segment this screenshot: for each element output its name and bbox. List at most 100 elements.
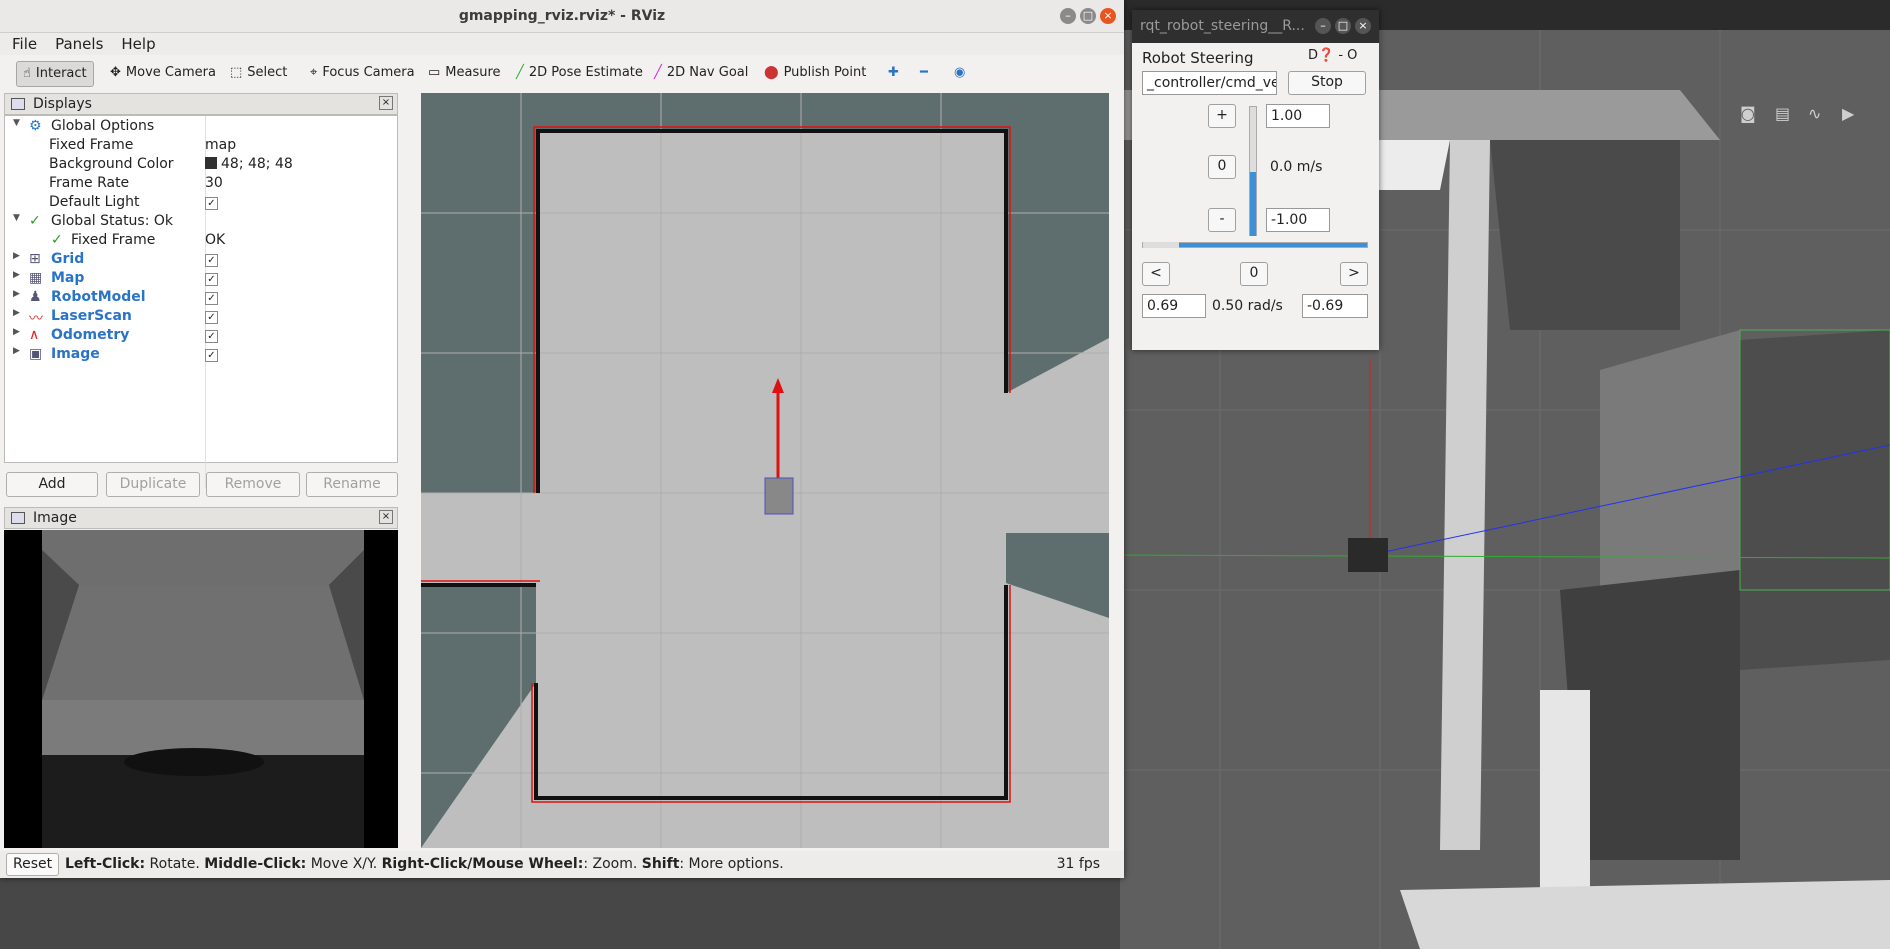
focus-camera-tool[interactable]: ⌖ Focus Camera (304, 61, 421, 87)
plot-icon[interactable]: ∿ (1808, 104, 1821, 123)
rviz-3d-map-view[interactable] (421, 93, 1109, 848)
display-laserscan[interactable]: ▶ 〰 LaserScan ✓ (5, 308, 399, 327)
display-image[interactable]: ▶ ▣ Image ✓ (5, 346, 399, 365)
hand-icon: ☝ (23, 66, 31, 81)
minimize-icon[interactable]: – (1060, 8, 1076, 24)
menu-help[interactable]: Help (115, 33, 161, 55)
global-status-row[interactable]: ▼ ✓ Global Status: Ok (5, 213, 399, 232)
image-panel-header: Image × (4, 507, 398, 529)
gear-icon: ⚙ (29, 118, 42, 134)
robot-icon: ♟ (29, 289, 42, 305)
laser-icon: 〰 (29, 311, 43, 327)
select-tool[interactable]: ⬚ Select (224, 61, 293, 87)
min-linear-input[interactable]: -1.00 (1266, 208, 1330, 232)
default-light-checkbox[interactable]: ✓ (205, 197, 218, 210)
ruler-icon: ▭ (428, 65, 441, 80)
linear-velocity: 0.0 m/s (1270, 159, 1323, 175)
color-swatch (205, 157, 217, 169)
display-grid[interactable]: ▶ ⊞ Grid ✓ (5, 251, 399, 270)
check-icon: ✓ (29, 213, 41, 229)
pose-estimate-tool[interactable]: ╱ 2D Pose Estimate (510, 61, 649, 87)
menu-file[interactable]: File (6, 33, 43, 55)
odometry-checkbox[interactable]: ✓ (205, 330, 218, 343)
steering-titlebar[interactable]: rqt_robot_steering__R... – □ × (1132, 10, 1379, 43)
nav-goal-tool[interactable]: ╱ 2D Nav Goal (648, 61, 754, 87)
help-message: Left-Click: Rotate. Middle-Click: Move X… (65, 856, 784, 872)
video-icon[interactable]: ▶ (1842, 104, 1854, 123)
remove-tool-icon[interactable]: ━ (914, 61, 934, 87)
image-icon: ▣ (29, 346, 43, 362)
status-bar: Reset Left-Click: Rotate. Middle-Click: … (0, 851, 1124, 878)
global-options-row[interactable]: ▼ ⚙ Global Options (5, 118, 399, 137)
robotmodel-checkbox[interactable]: ✓ (205, 292, 218, 305)
duplicate-button[interactable]: Duplicate (106, 472, 200, 497)
reset-button[interactable]: Reset (6, 853, 60, 876)
interact-tool[interactable]: ☝ Interact (16, 61, 94, 87)
max-linear-input[interactable]: 1.00 (1266, 104, 1330, 128)
linear-reset-button[interactable]: 0 (1208, 155, 1236, 179)
help-icon[interactable]: D❓ - O (1308, 48, 1357, 63)
max-angular-input[interactable]: 0.69 (1142, 294, 1206, 318)
publish-point-tool[interactable]: ⬤ Publish Point (758, 61, 872, 87)
close-icon[interactable]: × (1100, 8, 1116, 24)
menu-panels[interactable]: Panels (49, 33, 109, 55)
menu-bar: File Panels Help (0, 33, 1124, 55)
display-map[interactable]: ▶ ▦ Map ✓ (5, 270, 399, 289)
fixed-frame-row[interactable]: Fixed Frame map (5, 137, 399, 156)
turn-left-button[interactable]: < (1142, 262, 1170, 286)
angular-velocity: 0.50 rad/s (1212, 298, 1283, 314)
robot-steering-window: rqt_robot_steering__R... – □ × Robot Steer… (1132, 10, 1379, 350)
tool-bar: ☝ Interact ✥ Move Camera ⬚ Select ⌖ Focus Ca… (8, 58, 1120, 88)
close-panel-icon[interactable]: × (379, 96, 393, 110)
gazebo-toolbar: ◙ ▤ ∿ ▶ (1730, 100, 1890, 130)
frame-rate-row[interactable]: Frame Rate 30 (5, 175, 399, 194)
image-checkbox[interactable]: ✓ (205, 349, 218, 362)
linear-slider[interactable] (1249, 106, 1257, 236)
status-fixed-frame-row[interactable]: ✓ Fixed Frame OK (5, 232, 399, 251)
pink-arrow-icon: ╱ (654, 65, 662, 80)
topic-input[interactable]: _controller/cmd_vel (1142, 71, 1277, 95)
laserscan-checkbox[interactable]: ✓ (205, 311, 218, 324)
background-color-row[interactable]: Background Color 48; 48; 48 (5, 156, 399, 175)
angular-slider[interactable] (1142, 242, 1368, 248)
pin-icon: ⬤ (764, 65, 779, 80)
minimize-icon[interactable]: – (1315, 18, 1331, 34)
rename-button[interactable]: Rename (306, 472, 398, 497)
select-icon: ⬚ (230, 65, 243, 80)
add-tool-icon[interactable]: ✚ (882, 61, 905, 87)
increase-linear-button[interactable]: + (1208, 104, 1236, 128)
stop-button[interactable]: Stop (1288, 71, 1366, 95)
camera-icon[interactable]: ◙ (1740, 104, 1756, 123)
maximize-icon[interactable]: □ (1335, 18, 1351, 34)
decrease-linear-button[interactable]: - (1208, 208, 1236, 232)
measure-tool[interactable]: ▭ Measure (422, 61, 507, 87)
monitor-icon (11, 98, 25, 110)
close-icon[interactable]: × (1355, 18, 1371, 34)
displays-header: Displays × (4, 93, 398, 115)
grid-checkbox[interactable]: ✓ (205, 254, 218, 267)
focus-icon: ⌖ (310, 65, 318, 80)
log-icon[interactable]: ▤ (1775, 104, 1790, 123)
displays-tree: ▼ ⚙ Global Options Fixed Frame map Backgrou… (4, 115, 399, 488)
angular-reset-button[interactable]: 0 (1240, 262, 1268, 286)
turn-right-button[interactable]: > (1340, 262, 1368, 286)
maximize-icon[interactable]: □ (1080, 8, 1096, 24)
rviz-titlebar[interactable]: gmapping_rviz.rviz* - RViz – □ × (0, 0, 1124, 33)
display-odometry[interactable]: ▶ ∧ Odometry ✓ (5, 327, 399, 346)
default-light-row[interactable]: Default Light ✓ (5, 194, 399, 213)
close-panel-icon[interactable]: × (379, 510, 393, 524)
camera-image (42, 530, 364, 848)
display-robotmodel[interactable]: ▶ ♟ RobotModel ✓ (5, 289, 399, 308)
eye-icon[interactable]: ◉ (948, 61, 971, 87)
remove-button[interactable]: Remove (206, 472, 300, 497)
move-camera-tool[interactable]: ✥ Move Camera (104, 61, 222, 87)
map-checkbox[interactable]: ✓ (205, 273, 218, 286)
occupancy-map (421, 93, 1109, 848)
image-icon (11, 512, 25, 524)
camera-image-view (4, 530, 398, 848)
window-title: gmapping_rviz.rviz* - RViz (458, 8, 666, 24)
add-button[interactable]: Add (6, 472, 98, 497)
display-buttons: Add Duplicate Remove Rename (4, 470, 398, 498)
map-icon: ▦ (29, 270, 43, 286)
min-angular-input[interactable]: -0.69 (1302, 294, 1368, 318)
